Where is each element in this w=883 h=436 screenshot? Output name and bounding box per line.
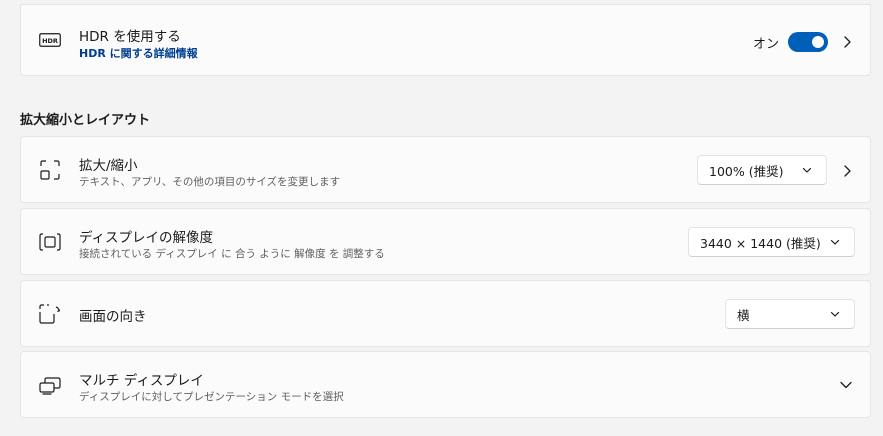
multi-display-card[interactable]: マルチ ディスプレイ ディスプレイに対してプレゼンテーション モードを選択 [20, 351, 871, 418]
orientation-card[interactable]: 画面の向き 横 [20, 280, 871, 347]
scale-dropdown[interactable]: 100% (推奨) [697, 155, 827, 185]
scale-subtitle: テキスト、アプリ、その他の項目のサイズを変更します [79, 176, 341, 188]
resolution-icon [39, 231, 61, 253]
resolution-dropdown-value: 3440 × 1440 (推奨) [700, 235, 821, 251]
resolution-title: ディスプレイの解像度 [79, 230, 214, 246]
scale-dropdown-value: 100% (推奨) [709, 163, 784, 179]
multi-display-title: マルチ ディスプレイ [79, 373, 204, 389]
scale-title: 拡大/縮小 [79, 158, 138, 174]
scale-card[interactable]: 拡大/縮小 テキスト、アプリ、その他の項目のサイズを変更します 100% (推奨… [20, 136, 871, 203]
hdr-toggle-label: オン [753, 37, 780, 52]
chevron-down-icon [830, 239, 840, 245]
multi-display-subtitle: ディスプレイに対してプレゼンテーション モードを選択 [79, 391, 344, 403]
display-settings-page: HDR HDR を使用する HDR に関する詳細情報 オン 拡大縮小とレイアウト… [0, 0, 883, 436]
resolution-dropdown[interactable]: 3440 × 1440 (推奨) [688, 227, 855, 257]
resolution-subtitle: 接続されている ディスプレイ に 合う ように 解像度 を 調整する [79, 248, 385, 260]
toggle-knob [812, 36, 824, 48]
chevron-down-icon [830, 311, 840, 317]
resolution-card[interactable]: ディスプレイの解像度 接続されている ディスプレイ に 合う ように 解像度 を… [20, 208, 871, 275]
chevron-down-icon [802, 167, 812, 173]
orientation-icon [39, 303, 61, 325]
multi-display-icon [39, 375, 61, 397]
hdr-card[interactable]: HDR HDR を使用する HDR に関する詳細情報 オン [20, 4, 871, 76]
svg-text:HDR: HDR [42, 37, 58, 45]
orientation-dropdown[interactable]: 横 [725, 299, 855, 329]
hdr-learn-more-link[interactable]: HDR に関する詳細情報 [79, 45, 198, 61]
hdr-title: HDR を使用する [79, 29, 181, 45]
orientation-title: 画面の向き [79, 309, 147, 325]
hdr-toggle[interactable] [788, 32, 828, 52]
hdr-icon: HDR [39, 29, 61, 51]
chevron-right-icon[interactable] [841, 36, 853, 48]
section-heading: 拡大縮小とレイアウト [20, 113, 151, 128]
orientation-dropdown-value: 横 [737, 307, 750, 323]
chevron-down-icon[interactable] [840, 379, 852, 391]
scale-icon [39, 159, 61, 181]
chevron-right-icon[interactable] [841, 165, 853, 177]
